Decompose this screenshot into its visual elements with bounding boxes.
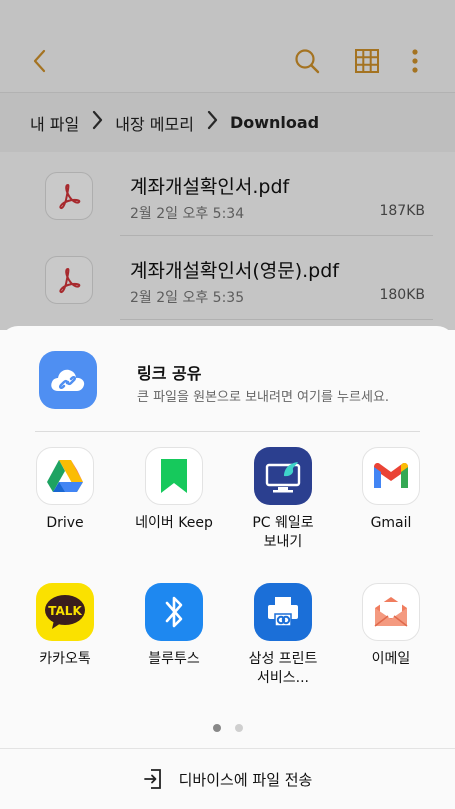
- share-app-naver-keep[interactable]: 네이버 Keep: [119, 447, 229, 533]
- bluetooth-icon: [145, 583, 203, 641]
- whale-pc-icon: [254, 447, 312, 505]
- email-icon: [362, 583, 420, 641]
- kakaotalk-icon: TALK: [36, 583, 94, 641]
- app-label: 네이버 Keep: [135, 515, 213, 531]
- share-app-samsung-print[interactable]: 삼성 프린트 서비스...: [228, 583, 338, 688]
- page-dot[interactable]: [212, 724, 221, 732]
- screen: 내 파일 내장 메모리 Download 계좌개설확인서.pdf 2월 2일 오…: [0, 0, 455, 809]
- page-dot[interactable]: [234, 724, 243, 732]
- svg-text:TALK: TALK: [48, 604, 82, 618]
- transfer-label: 디바이스에 파일 전송: [178, 770, 313, 789]
- share-app-gmail[interactable]: Gmail: [336, 447, 446, 533]
- share-app-drive[interactable]: Drive: [10, 447, 120, 533]
- gmail-icon: [362, 447, 420, 505]
- naver-keep-icon: [145, 447, 203, 505]
- link-share-row[interactable]: 링크 공유 큰 파일을 원본으로 보내려면 여기를 누르세요.: [0, 326, 455, 432]
- device-transfer-icon: [143, 769, 161, 789]
- share-app-bluetooth[interactable]: 블루투스: [119, 583, 229, 669]
- divider: [35, 431, 420, 432]
- google-drive-icon: [36, 447, 94, 505]
- cloud-link-icon: [39, 351, 97, 409]
- transfer-to-device-button[interactable]: 디바이스에 파일 전송: [0, 749, 455, 809]
- page-indicator: [0, 724, 455, 732]
- samsung-print-icon: [254, 583, 312, 641]
- app-label: 이메일: [371, 651, 411, 667]
- app-label: PC 웨일로 보내기: [252, 515, 314, 550]
- share-app-kakaotalk[interactable]: TALK 카카오톡: [10, 583, 120, 669]
- dim-overlay[interactable]: [0, 0, 455, 330]
- app-label: 블루투스: [148, 651, 200, 667]
- share-sheet: 링크 공유 큰 파일을 원본으로 보내려면 여기를 누르세요. Drive 네이…: [0, 326, 455, 809]
- share-app-email[interactable]: 이메일: [336, 583, 446, 669]
- app-label: 카카오톡: [39, 651, 91, 667]
- link-share-description: 큰 파일을 원본으로 보내려면 여기를 누르세요.: [137, 390, 390, 405]
- link-share-title: 링크 공유: [137, 364, 202, 383]
- app-label: 삼성 프린트 서비스...: [248, 651, 318, 686]
- share-app-whale-pc[interactable]: PC 웨일로 보내기: [228, 447, 338, 552]
- app-label: Gmail: [370, 515, 412, 531]
- app-label: Drive: [46, 515, 84, 531]
